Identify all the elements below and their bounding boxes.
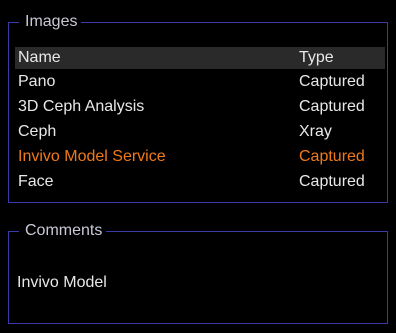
- image-type: Captured: [299, 148, 365, 165]
- comments-group: Comments Invivo Model: [8, 220, 388, 324]
- image-name: 3D Ceph Analysis: [18, 98, 145, 115]
- table-row[interactable]: 3D Ceph Analysis Captured: [15, 94, 385, 119]
- image-name: Pano: [18, 73, 56, 90]
- table-row-selected[interactable]: Invivo Model Service Captured: [15, 144, 385, 169]
- image-type: Xray: [299, 123, 332, 140]
- images-group: Images Name Type Pano Captured 3D Ceph A…: [8, 11, 388, 203]
- image-name: Face: [18, 173, 54, 190]
- table-row[interactable]: Ceph Xray: [15, 119, 385, 144]
- images-table: Name Type Pano Captured 3D Ceph Analysis…: [15, 47, 385, 194]
- comment-text: Invivo Model: [17, 274, 107, 291]
- images-group-title: Images: [19, 11, 82, 33]
- column-header-type[interactable]: Type: [299, 47, 334, 69]
- image-type: Captured: [299, 73, 365, 90]
- image-name: Ceph: [18, 123, 57, 140]
- images-table-header[interactable]: Name Type: [15, 47, 385, 69]
- comments-group-title: Comments: [19, 220, 107, 242]
- table-row[interactable]: Pano Captured: [15, 69, 385, 94]
- image-type: Captured: [299, 173, 365, 190]
- image-name: Invivo Model Service: [18, 148, 166, 165]
- column-header-name[interactable]: Name: [18, 47, 61, 69]
- image-type: Captured: [299, 98, 365, 115]
- table-row[interactable]: Face Captured: [15, 169, 385, 194]
